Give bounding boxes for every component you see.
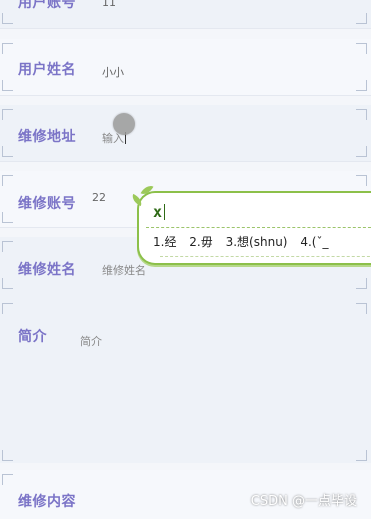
user-name-row: 用户姓名 小小 bbox=[0, 39, 371, 96]
corner-mark bbox=[2, 175, 13, 186]
ime-candidate[interactable]: 1.经 bbox=[153, 235, 176, 249]
intro-label: 简介 bbox=[18, 329, 47, 345]
repair-name-input[interactable]: 维修姓名 bbox=[102, 262, 146, 278]
ime-composition-text: x bbox=[153, 203, 163, 221]
ime-candidate-text: (ˇ_ bbox=[311, 235, 329, 249]
corner-mark bbox=[2, 241, 13, 252]
ime-divider bbox=[146, 227, 371, 228]
repair-content-label: 维修内容 bbox=[18, 494, 76, 510]
corner-mark bbox=[2, 450, 13, 461]
user-name-value[interactable]: 小小 bbox=[102, 64, 124, 80]
corner-mark bbox=[2, 109, 13, 120]
corner-mark bbox=[356, 109, 367, 120]
ime-candidate-index: 2. bbox=[189, 235, 201, 249]
repair-account-value[interactable]: 22 bbox=[92, 191, 106, 204]
corner-mark bbox=[2, 80, 13, 91]
ime-candidate-index: 4. bbox=[300, 235, 312, 249]
ime-candidate-index: 1. bbox=[153, 235, 165, 249]
ime-divider bbox=[160, 256, 371, 257]
corner-mark bbox=[356, 13, 367, 24]
ime-candidate-text: 毋 bbox=[200, 235, 213, 249]
corner-mark bbox=[356, 43, 367, 54]
corner-mark bbox=[2, 146, 13, 157]
corner-mark bbox=[2, 212, 13, 223]
corner-mark bbox=[356, 80, 367, 91]
ime-candidate[interactable]: 2.毋 bbox=[189, 235, 212, 249]
corner-mark bbox=[2, 474, 13, 485]
mouse-cursor-indicator bbox=[113, 113, 135, 135]
user-account-label: 用户账号 bbox=[18, 0, 76, 11]
user-account-row: 用户账号 11 bbox=[0, 0, 371, 29]
corner-mark bbox=[356, 303, 367, 314]
ime-composition: x bbox=[153, 203, 166, 221]
ime-caret bbox=[164, 204, 166, 220]
intro-row: 简介 简介 bbox=[0, 293, 371, 463]
corner-mark bbox=[356, 146, 367, 157]
corner-mark bbox=[356, 450, 367, 461]
corner-mark bbox=[2, 13, 13, 24]
ime-candidate-index: 3. bbox=[225, 235, 238, 249]
user-name-label: 用户姓名 bbox=[18, 62, 76, 78]
corner-mark bbox=[356, 278, 367, 289]
ime-candidate-text: 经 bbox=[164, 235, 177, 249]
intro-textarea[interactable]: 简介 bbox=[80, 333, 102, 349]
watermark: CSDN @一点毕设 bbox=[250, 494, 357, 509]
user-account-value[interactable]: 11 bbox=[102, 0, 116, 9]
corner-mark bbox=[2, 303, 13, 314]
repair-address-label: 维修地址 bbox=[18, 129, 76, 145]
repair-name-label: 维修姓名 bbox=[18, 262, 76, 278]
ime-candidate-text: 想(shnu) bbox=[237, 235, 288, 249]
corner-mark bbox=[356, 175, 367, 186]
ime-candidate[interactable]: 4.(ˇ_ bbox=[300, 235, 328, 249]
ime-candidate-list: 1.经 2.毋 3.想(shnu) 4.(ˇ_ bbox=[153, 233, 337, 250]
corner-mark bbox=[2, 43, 13, 54]
repair-address-row: 维修地址 输入 bbox=[0, 105, 371, 162]
repair-account-label: 维修账号 bbox=[18, 196, 76, 212]
ime-candidate-window bbox=[137, 191, 371, 265]
corner-mark bbox=[2, 278, 13, 289]
ime-candidate[interactable]: 3.想(shnu) bbox=[226, 235, 288, 249]
